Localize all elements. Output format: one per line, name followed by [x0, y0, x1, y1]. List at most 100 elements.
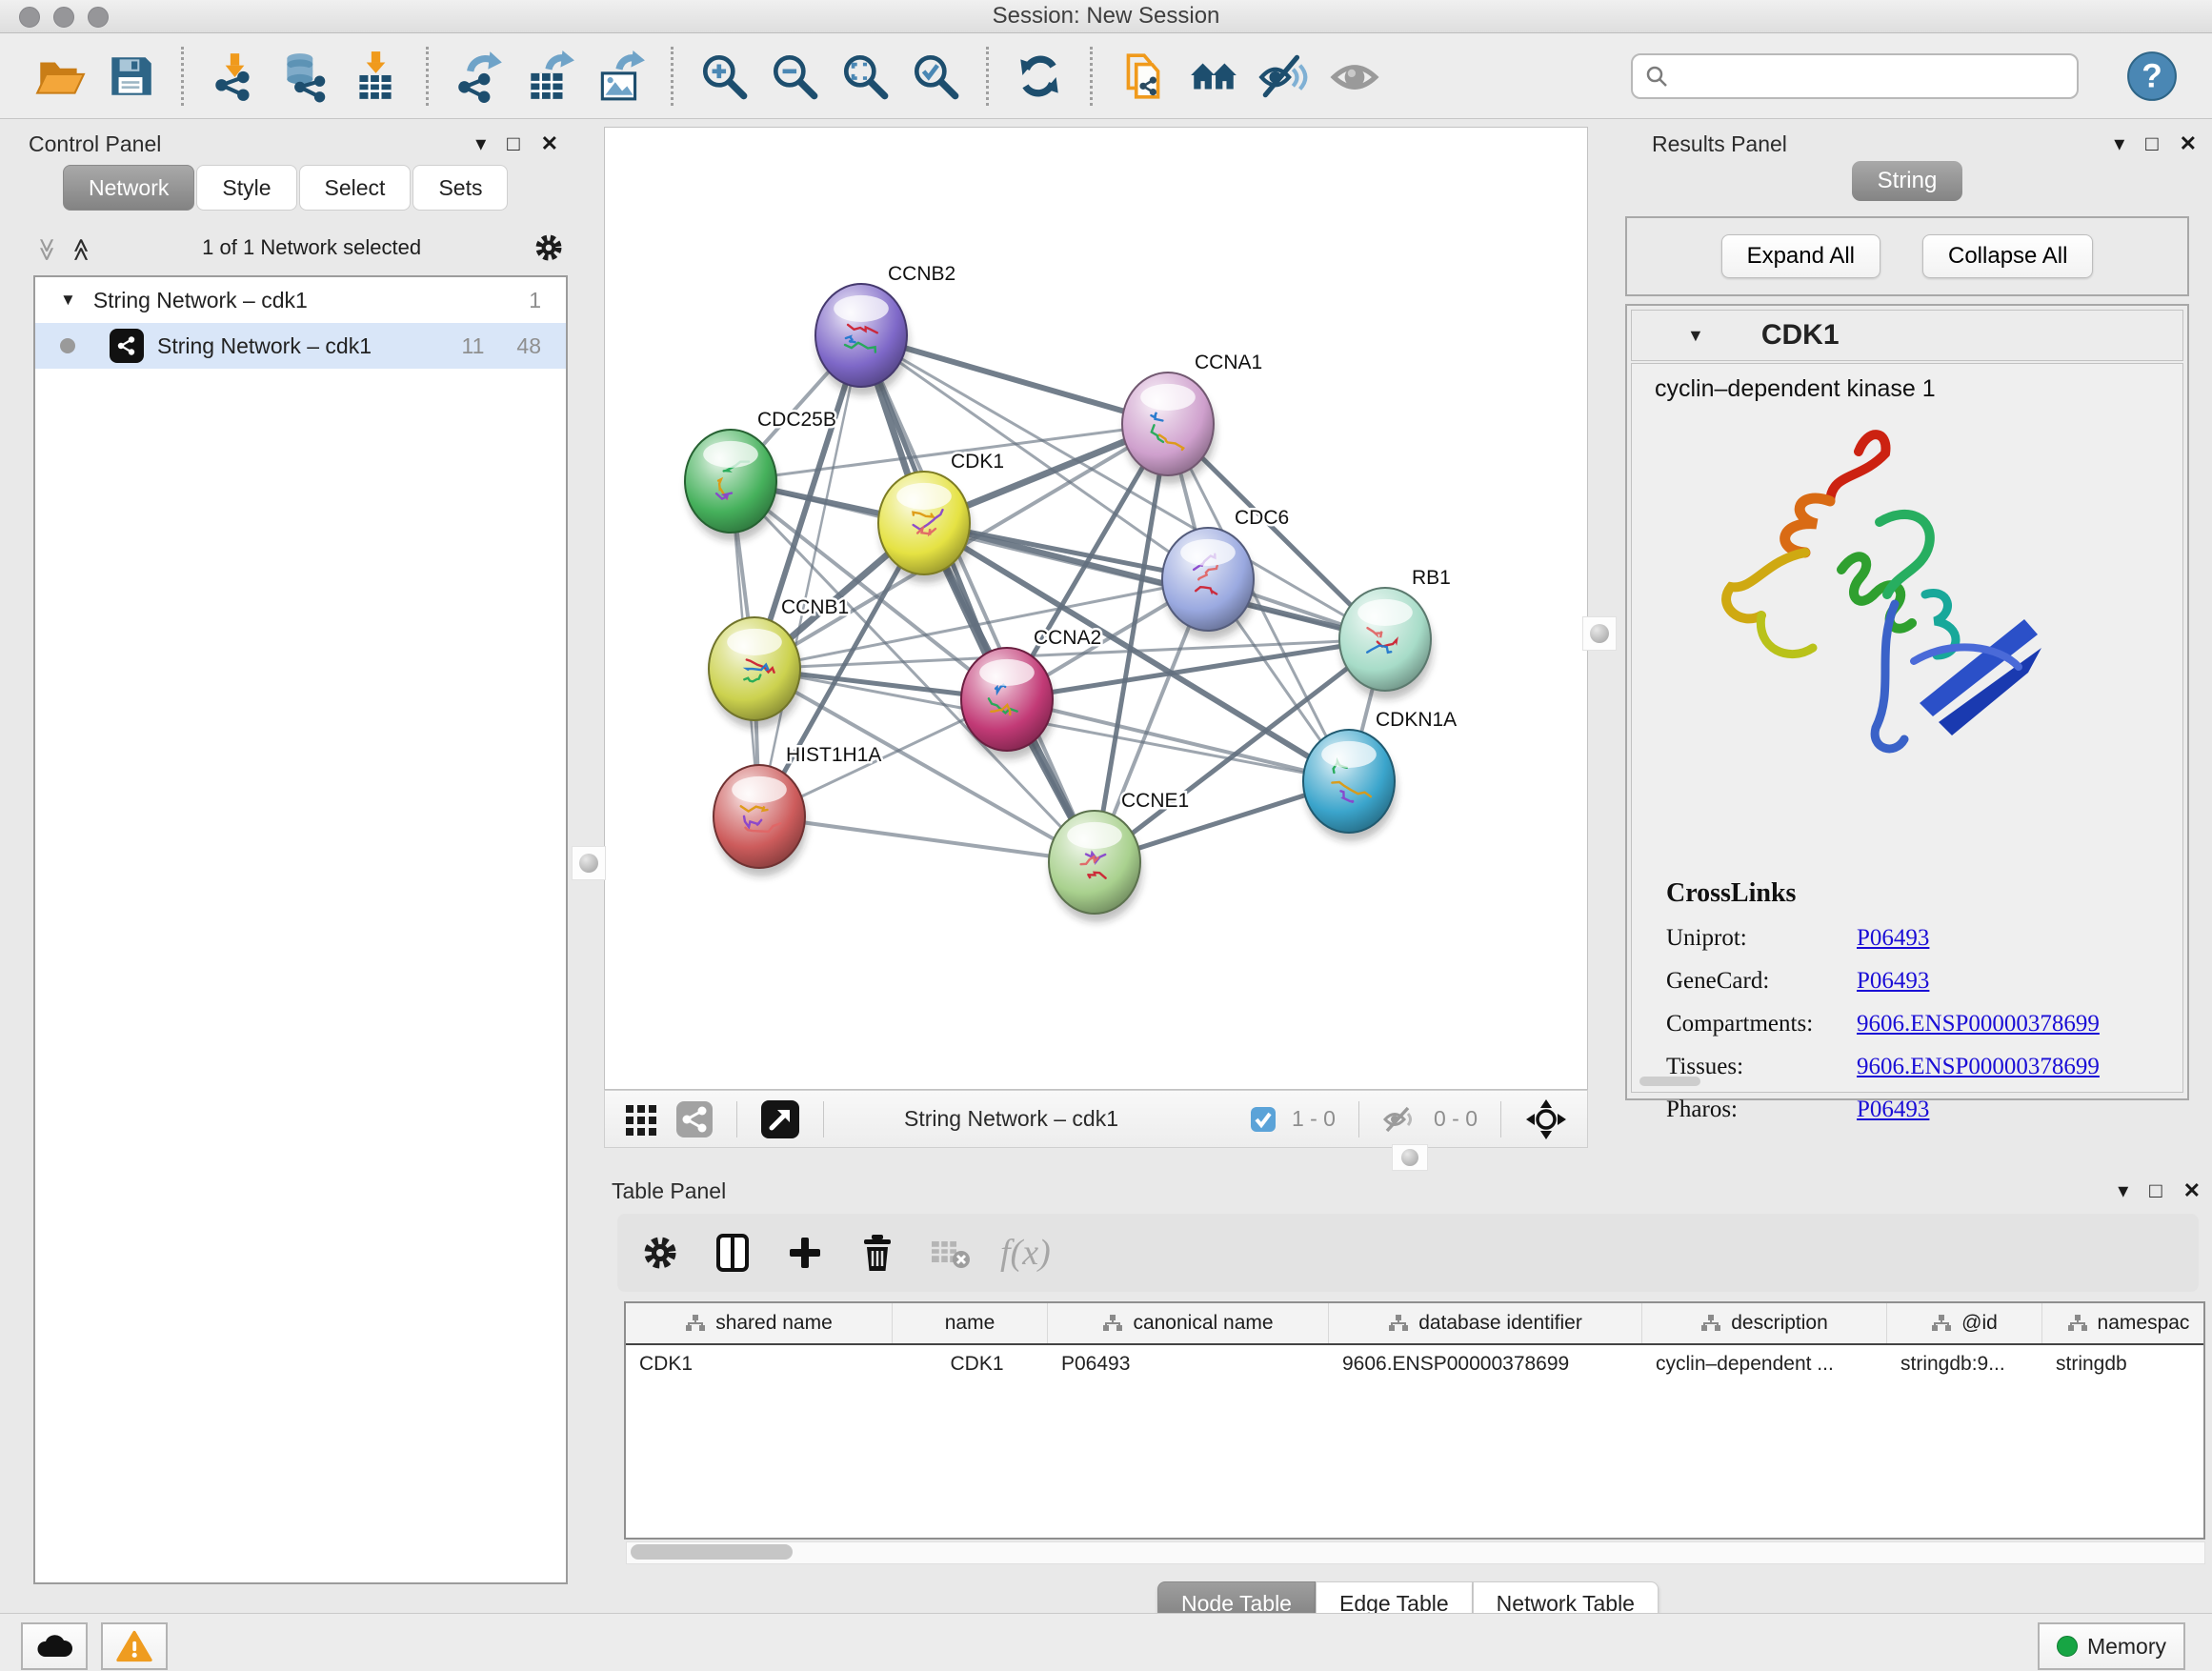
tab-sets[interactable]: Sets: [412, 165, 508, 211]
zoom-selected-icon[interactable]: [906, 47, 965, 106]
collapse-all-icon[interactable]: ≫: [33, 237, 61, 258]
network-node-cdkn1a[interactable]: CDKN1A: [1303, 709, 1457, 841]
network-node-ccnb2[interactable]: CCNB2: [815, 263, 955, 395]
panel-close-icon[interactable]: ✕: [2183, 1178, 2201, 1203]
fit-content-icon[interactable]: [1524, 1097, 1568, 1141]
import-network-icon[interactable]: [205, 47, 264, 106]
network-node-ccna1[interactable]: CCNA1: [1122, 352, 1262, 484]
right-splitter-handle[interactable]: [1582, 616, 1617, 651]
search-input[interactable]: [1669, 63, 2065, 90]
tree-expand-icon[interactable]: ▼: [60, 291, 76, 310]
network-edge[interactable]: [861, 335, 1095, 862]
window-zoom-icon[interactable]: [88, 7, 109, 28]
tab-network[interactable]: Network: [63, 165, 194, 211]
tab-style[interactable]: Style: [196, 165, 296, 211]
crosslink-uniprot[interactable]: P06493: [1857, 925, 1929, 952]
export-network-icon[interactable]: [450, 47, 509, 106]
collection-label: String Network – cdk1: [93, 288, 308, 313]
bottom-splitter-handle[interactable]: [1392, 1144, 1428, 1171]
open-session-icon[interactable]: [30, 47, 90, 106]
panel-menu-icon[interactable]: ▾: [475, 131, 486, 156]
zoom-out-icon[interactable]: [765, 47, 824, 106]
column-header-6[interactable]: namespac: [2042, 1303, 2205, 1343]
help-icon[interactable]: ?: [2122, 47, 2182, 106]
protein-entry-header[interactable]: ▼ CDK1: [1631, 310, 2183, 361]
delete-column-icon[interactable]: [855, 1231, 899, 1275]
results-scrollbar[interactable]: [1639, 1077, 1700, 1086]
table-cell: stringdb: [2042, 1345, 2205, 1383]
column-header-2[interactable]: canonical name: [1048, 1303, 1329, 1343]
network-row[interactable]: String Network – cdk1 11 48: [35, 323, 566, 369]
home-icon[interactable]: [1184, 47, 1243, 106]
window-minimize-icon[interactable]: [53, 7, 74, 28]
grid-mode-icon[interactable]: [624, 1101, 660, 1137]
crosslink-genecard[interactable]: P06493: [1857, 968, 1929, 995]
expand-all-icon[interactable]: ≪: [68, 237, 95, 258]
share-view-icon[interactable]: [675, 1100, 714, 1138]
node-table: shared namenamecanonical namedatabase id…: [624, 1301, 2205, 1540]
clone-network-icon[interactable]: [1114, 47, 1173, 106]
network-edge[interactable]: [759, 816, 1095, 862]
panel-menu-icon[interactable]: ▾: [2114, 131, 2124, 156]
panel-menu-icon[interactable]: ▾: [2118, 1178, 2128, 1203]
network-edge[interactable]: [1007, 699, 1349, 781]
entry-collapse-icon[interactable]: ▼: [1687, 326, 1704, 346]
left-splitter-handle[interactable]: [572, 846, 606, 880]
table-settings-icon[interactable]: [638, 1231, 682, 1275]
network-label: String Network – cdk1: [157, 333, 372, 359]
crosslink-label: Pharos:: [1666, 1097, 1857, 1123]
warnings-button[interactable]: [101, 1622, 168, 1670]
crosslinks-section: CrossLinks Uniprot:P06493 GeneCard:P0649…: [1666, 878, 2100, 1123]
crosslinks-heading: CrossLinks: [1666, 878, 2100, 909]
show-all-icon[interactable]: [1325, 47, 1384, 106]
table-row[interactable]: CDK1CDK1P064939606.ENSP00000378699cyclin…: [626, 1345, 2203, 1383]
zoom-in-icon[interactable]: [694, 47, 754, 106]
function-builder-icon: f(x): [1000, 1232, 1051, 1274]
export-image-icon[interactable]: [591, 47, 650, 106]
node-label: RB1: [1412, 567, 1451, 589]
expand-all-button[interactable]: Expand All: [1721, 234, 1880, 278]
gear-icon[interactable]: [532, 231, 566, 265]
warning-icon: [116, 1630, 152, 1662]
column-header-3[interactable]: database identifier: [1329, 1303, 1642, 1343]
select-columns-icon[interactable]: [711, 1231, 754, 1275]
window-close-icon[interactable]: [19, 7, 40, 28]
crosslink-compartments[interactable]: 9606.ENSP00000378699: [1857, 1011, 2100, 1037]
hidden-count: 0 - 0: [1434, 1106, 1478, 1132]
import-database-icon[interactable]: [275, 47, 334, 106]
network-tree: ▼ String Network – cdk1 1 String Network…: [33, 275, 568, 1584]
zoom-fit-icon[interactable]: [835, 47, 895, 106]
import-table-icon[interactable]: [346, 47, 405, 106]
refresh-icon[interactable]: [1010, 47, 1069, 106]
crosslink-pharos[interactable]: P06493: [1857, 1097, 1929, 1123]
panel-close-icon[interactable]: ✕: [541, 131, 558, 156]
selected-checkbox-icon[interactable]: [1250, 1106, 1277, 1133]
memory-button[interactable]: Memory: [2038, 1622, 2185, 1670]
hide-selected-icon[interactable]: [1255, 47, 1314, 106]
add-column-icon[interactable]: [783, 1231, 827, 1275]
column-type-icon: [685, 1314, 706, 1333]
save-session-icon[interactable]: [101, 47, 160, 106]
tab-select[interactable]: Select: [299, 165, 412, 211]
network-node-hist1h1a[interactable]: HIST1H1A: [714, 744, 881, 876]
tab-string[interactable]: String: [1852, 161, 1962, 201]
column-header-4[interactable]: description: [1642, 1303, 1887, 1343]
collapse-all-button[interactable]: Collapse All: [1922, 234, 2093, 278]
crosslink-tissues[interactable]: 9606.ENSP00000378699: [1857, 1054, 2100, 1080]
network-canvas[interactable]: CCNB2CCNA1CDC25BCDK1CDC6RB1CCNB1CCNA2CDK…: [604, 127, 1588, 1090]
column-header-0[interactable]: shared name: [626, 1303, 893, 1343]
cloud-button[interactable]: [21, 1622, 88, 1670]
column-header-1[interactable]: name: [893, 1303, 1048, 1343]
network-collection-row[interactable]: ▼ String Network – cdk1 1: [35, 277, 566, 323]
node-label: HIST1H1A: [786, 744, 881, 766]
panel-float-icon[interactable]: □: [507, 131, 519, 156]
export-table-icon[interactable]: [520, 47, 579, 106]
panel-close-icon[interactable]: ✕: [2180, 131, 2197, 156]
network-node-rb1[interactable]: RB1: [1339, 567, 1451, 699]
column-header-5[interactable]: @id: [1887, 1303, 2042, 1343]
panel-float-icon[interactable]: □: [2145, 131, 2158, 156]
table-horizontal-scrollbar[interactable]: [626, 1541, 2205, 1564]
birdseye-view-icon[interactable]: [760, 1099, 800, 1139]
results-panel: Results Panel ▾ □ ✕ String Expand All Co…: [1610, 127, 2204, 1148]
panel-float-icon[interactable]: □: [2149, 1178, 2162, 1203]
